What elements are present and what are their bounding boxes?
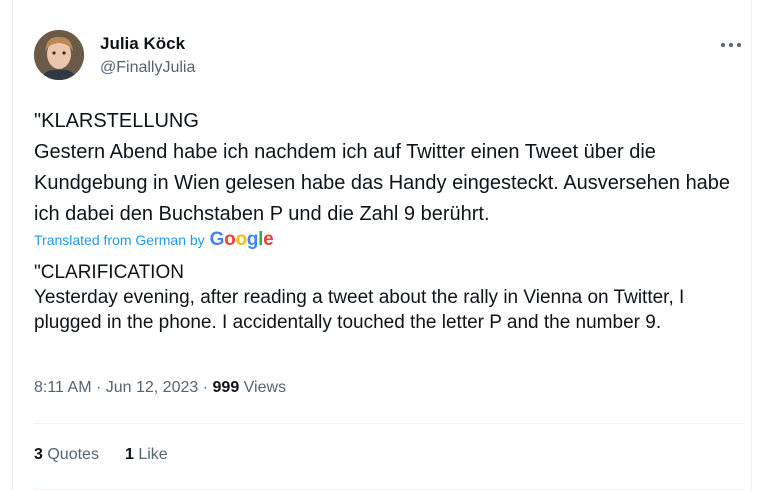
more-dot-icon	[737, 43, 741, 47]
more-dot-icon	[721, 43, 725, 47]
avatar[interactable]	[34, 30, 84, 80]
tweet-translation-text: "CLARIFICATION Yesterday evening, after …	[34, 262, 685, 333]
meta-separator: ·	[95, 379, 102, 396]
author-handle[interactable]: @FinallyJulia	[100, 59, 195, 77]
avatar-image	[34, 30, 84, 80]
engagement-stats: 3 Quotes 1 Like	[34, 446, 168, 464]
views-count: 999	[212, 379, 240, 396]
tweet-date[interactable]: Jun 12, 2023	[106, 379, 199, 396]
translated-from-link[interactable]: Translated from German by Google	[34, 229, 274, 251]
author-name[interactable]: Julia Köck	[100, 34, 185, 54]
translated-label: Translated from German by	[34, 232, 205, 248]
more-options-button[interactable]	[716, 38, 746, 52]
tweet-original-text: "KLARSTELLUNG Gestern Abend habe ich nac…	[34, 110, 731, 225]
quotes-count: 3	[34, 446, 43, 463]
tweet-meta: 8:11 AM · Jun 12, 2023 · 999 Views	[34, 379, 286, 397]
tweet-time[interactable]: 8:11 AM	[34, 379, 92, 396]
likes-label: Like	[138, 446, 168, 463]
quotes-label: Quotes	[47, 446, 99, 463]
meta-separator: ·	[202, 379, 209, 396]
views-label: Views	[243, 379, 287, 396]
google-logo: Google	[209, 229, 274, 250]
likes-count: 1	[124, 446, 134, 463]
divider	[34, 423, 744, 424]
likes-link[interactable]: 1 Like	[125, 446, 168, 464]
quotes-link[interactable]: 3 Quotes	[34, 446, 99, 464]
more-dot-icon	[729, 43, 733, 47]
